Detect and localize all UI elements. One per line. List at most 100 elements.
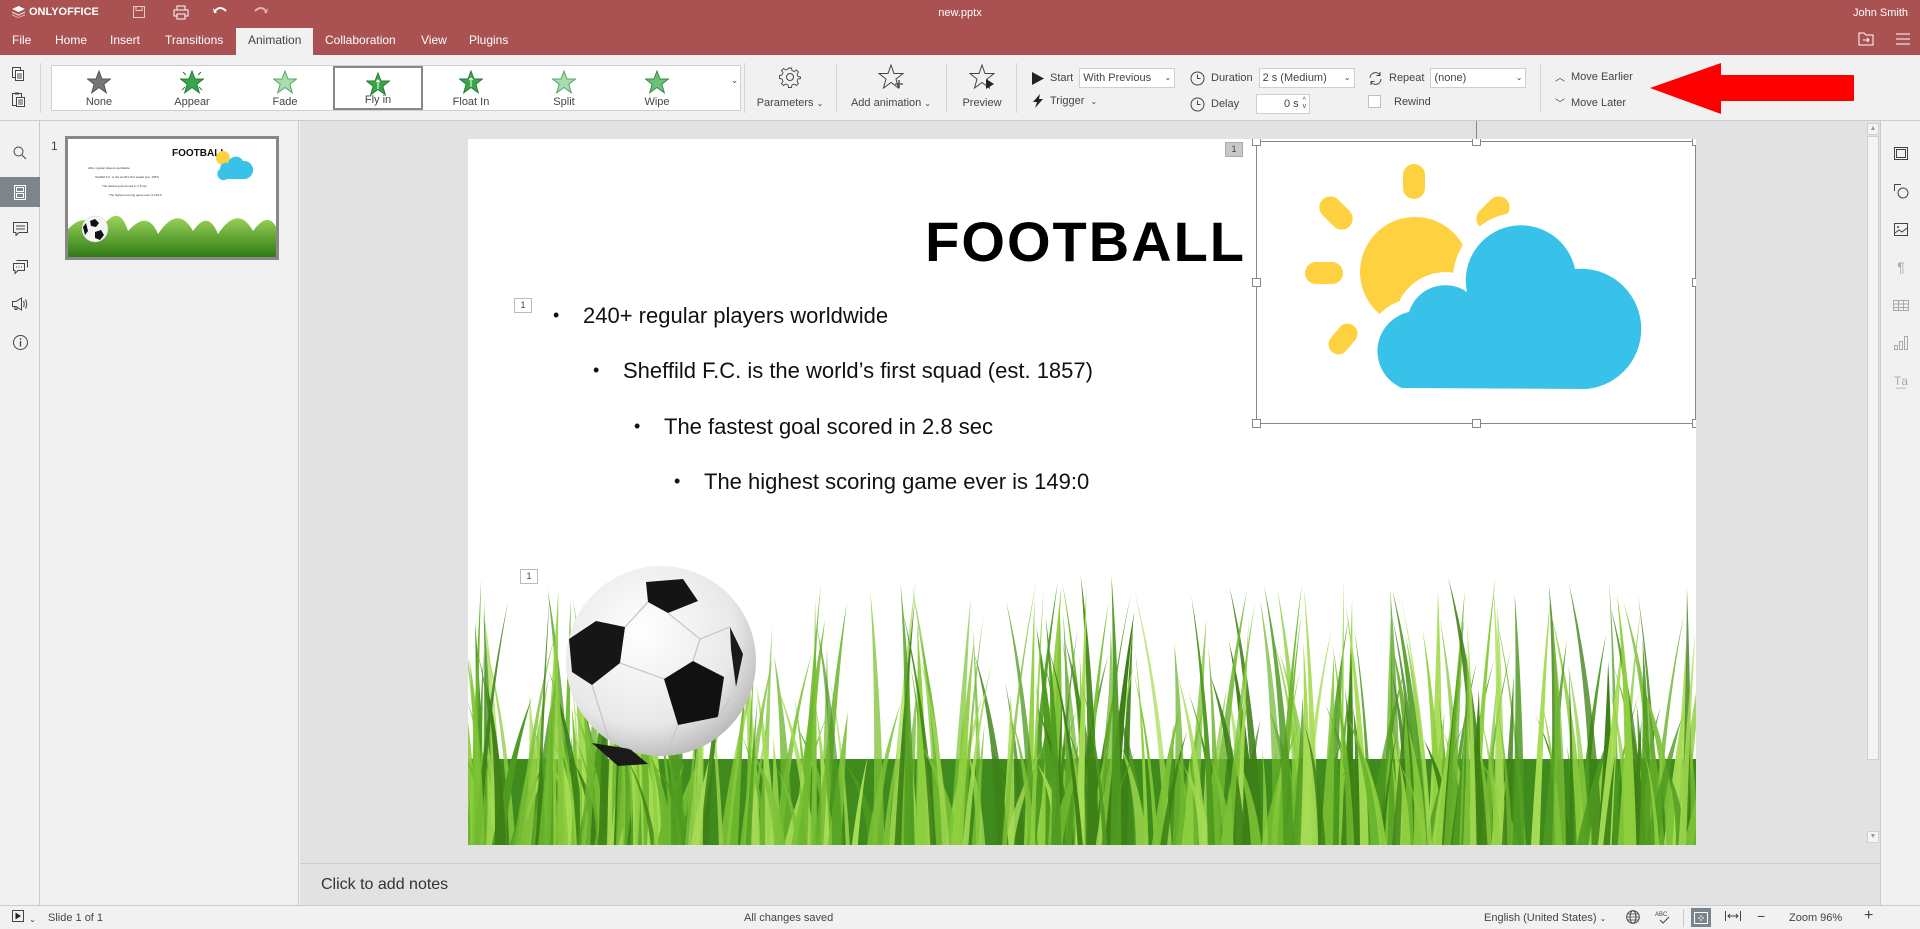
effect-label: Fly in <box>364 94 392 106</box>
bullet-item[interactable]: The highest scoring game ever is 149:0 <box>674 469 1089 495</box>
textart-settings-button[interactable]: T͟a <box>1881 366 1920 396</box>
language-select[interactable]: English (United States) ⌄ <box>1484 912 1606 924</box>
scroll-up-button[interactable]: ▲ <box>1867 123 1879 135</box>
repeat-select[interactable]: (none) ⌄ <box>1430 68 1527 88</box>
zoom-in-button[interactable]: + <box>1864 907 1873 925</box>
open-file-location-button[interactable] <box>1858 32 1874 50</box>
vertical-scrollbar[interactable]: ▲ ▼ <box>1865 121 1880 863</box>
resize-handle-se[interactable] <box>1692 419 1696 428</box>
bullet-item[interactable]: The fastest goal scored in 2.8 sec <box>634 414 993 440</box>
tab-transitions[interactable]: Transitions <box>153 28 235 55</box>
resize-handle-n[interactable] <box>1472 139 1481 146</box>
tab-view[interactable]: View <box>409 28 459 55</box>
notes-panel[interactable]: Click to add notes <box>300 863 1880 905</box>
tab-home[interactable]: Home <box>43 28 99 55</box>
search-button[interactable] <box>0 138 40 168</box>
spin-down-icon[interactable]: v <box>1303 103 1307 110</box>
delay-input[interactable]: 0 s ^ v <box>1256 94 1311 114</box>
chart-settings-button[interactable] <box>1881 328 1920 358</box>
bullet-item[interactable]: 240+ regular players worldwide <box>553 303 888 329</box>
rotate-handle[interactable] <box>1476 121 1477 139</box>
chat-button[interactable] <box>0 252 40 282</box>
move-later-button[interactable]: ﹀ Move Later <box>1555 95 1626 111</box>
slideshow-button[interactable]: ⌄ <box>12 910 36 925</box>
resize-handle-s[interactable] <box>1472 419 1481 428</box>
slides-button[interactable] <box>0 177 40 207</box>
effect-float-in[interactable]: Float In <box>426 66 516 110</box>
zoom-level[interactable]: Zoom 96% <box>1789 912 1842 924</box>
effect-appear[interactable]: Appear <box>147 66 237 110</box>
user-name[interactable]: John Smith <box>1853 7 1908 19</box>
fit-width-button[interactable] <box>1725 910 1741 925</box>
rewind-checkbox[interactable] <box>1368 95 1381 108</box>
thumbnail-line: Sheffild F.C. is the world's first squad… <box>95 175 159 179</box>
resize-handle-e[interactable] <box>1692 278 1696 287</box>
tab-insert[interactable]: Insert <box>98 28 152 55</box>
duration-select[interactable]: 2 s (Medium) ⌄ <box>1258 68 1355 88</box>
effect-split[interactable]: Split <box>519 66 609 110</box>
menu-icon <box>1896 33 1910 45</box>
delay-spinner[interactable]: ^ v <box>1303 97 1307 110</box>
bullet-item[interactable]: Sheffild F.C. is the world’s first squad… <box>593 358 1093 384</box>
chevron-up-icon: ︿ <box>1555 73 1565 84</box>
gear-icon <box>779 67 801 88</box>
animation-order-tag[interactable]: 1 <box>1225 142 1243 157</box>
slide-thumbnail[interactable]: FOOTBALL 240+ regular players worldwide … <box>65 136 279 260</box>
copy-button[interactable] <box>12 67 25 84</box>
parameters-button[interactable]: Parameters ⌄ <box>755 63 825 109</box>
add-animation-button[interactable]: Add animation ⌄ <box>848 63 934 109</box>
tab-file[interactable]: File <box>0 28 43 55</box>
effect-label: Wipe <box>644 96 670 108</box>
resize-handle-nw[interactable] <box>1252 139 1261 146</box>
zoom-out-button[interactable]: − <box>1757 908 1765 924</box>
trigger-button[interactable]: Trigger ⌄ <box>1032 94 1097 108</box>
resize-handle-ne[interactable] <box>1692 139 1696 146</box>
start-select[interactable]: With Previous ⌄ <box>1079 68 1176 88</box>
slide[interactable]: FOOTBALL 1 240+ regular players worldwid… <box>468 139 1696 845</box>
effect-fly-in[interactable]: Fly in <box>333 66 423 110</box>
fit-slide-button[interactable] <box>1691 908 1711 927</box>
animation-order-tag[interactable]: 1 <box>514 298 532 313</box>
doc-language-button[interactable] <box>1626 910 1640 927</box>
slide-settings-button[interactable] <box>1881 138 1920 168</box>
paragraph-settings-button[interactable]: ¶ <box>1881 252 1920 282</box>
chart-settings-icon <box>1894 336 1908 350</box>
move-earlier-label: Move Earlier <box>1571 70 1633 83</box>
feedback-button[interactable] <box>0 289 40 319</box>
hamburger-menu-button[interactable] <box>1896 32 1910 50</box>
paste-icon <box>12 92 25 107</box>
tab-plugins[interactable]: Plugins <box>457 28 520 55</box>
weather-image[interactable] <box>1256 141 1696 424</box>
resize-handle-w[interactable] <box>1252 278 1261 287</box>
plus-icon: + <box>1864 907 1874 924</box>
effect-wipe[interactable]: Wipe <box>612 66 702 110</box>
about-button[interactable] <box>0 327 40 357</box>
megaphone-icon <box>12 297 28 311</box>
slide-title[interactable]: FOOTBALL <box>925 209 1246 274</box>
comments-button[interactable] <box>0 214 40 244</box>
fit-width-icon <box>1725 911 1741 921</box>
preview-button[interactable]: Preview <box>956 63 1008 109</box>
shape-settings-button[interactable] <box>1881 176 1920 206</box>
rewind-checkbox-row[interactable]: Rewind <box>1368 95 1431 108</box>
chat-icon <box>12 260 28 274</box>
effect-fade[interactable]: Fade <box>240 66 330 110</box>
animation-order-tag[interactable]: 1 <box>520 569 538 584</box>
left-panel <box>0 121 40 905</box>
image-settings-button[interactable] <box>1881 214 1920 244</box>
tab-collaboration[interactable]: Collaboration <box>313 28 408 55</box>
tab-animation[interactable]: Animation <box>236 28 314 55</box>
star-floatin-icon <box>459 70 483 94</box>
scroll-down-button[interactable]: ▼ <box>1867 831 1879 843</box>
gallery-expand-button[interactable]: ⌄ <box>729 65 740 111</box>
table-settings-button[interactable] <box>1881 290 1920 320</box>
start-label: Start <box>1050 72 1074 84</box>
effect-none[interactable]: None <box>54 66 144 110</box>
resize-handle-sw[interactable] <box>1252 419 1261 428</box>
move-earlier-button[interactable]: ︿ Move Earlier <box>1555 69 1633 85</box>
paste-button[interactable] <box>12 92 25 110</box>
spellcheck-button[interactable]: ABC <box>1655 910 1671 927</box>
notes-placeholder[interactable]: Click to add notes <box>321 876 448 894</box>
thumbnail-preview: FOOTBALL 240+ regular players worldwide … <box>68 148 276 257</box>
scrollbar-thumb[interactable] <box>1867 136 1879 760</box>
